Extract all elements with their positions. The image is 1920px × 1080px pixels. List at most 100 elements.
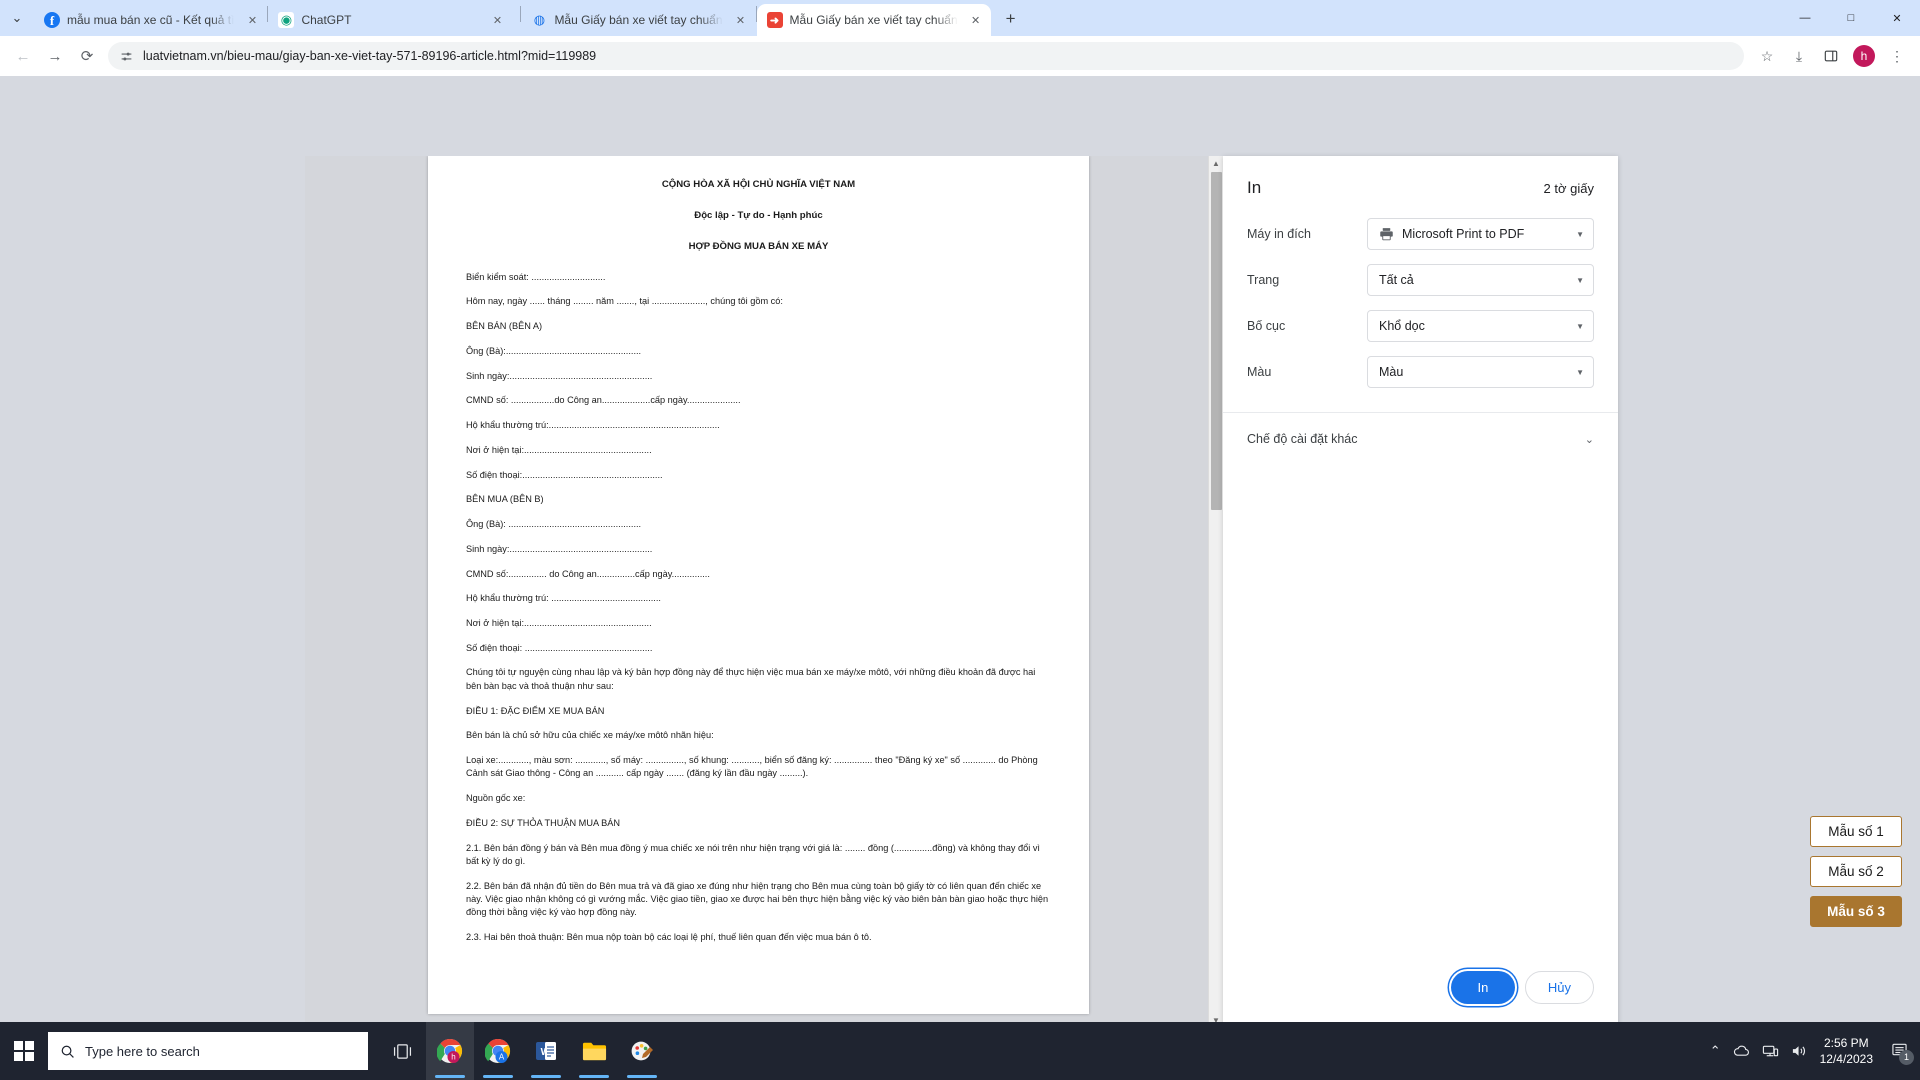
search-placeholder: Type here to search xyxy=(85,1043,200,1059)
taskbar-search-box[interactable]: Type here to search xyxy=(48,1032,368,1070)
sheet-count-label: 2 tờ giấy xyxy=(1543,181,1594,196)
print-button[interactable]: In xyxy=(1450,971,1515,1004)
doc-paragraph: Chúng tôi tự nguyện cùng nhau lập và ký … xyxy=(466,667,1036,691)
paint-taskbar-icon[interactable] xyxy=(618,1022,666,1080)
close-icon[interactable]: ✕ xyxy=(967,11,985,29)
tab-chatgpt[interactable]: ◉ ChatGPT ✕ xyxy=(268,4,520,36)
browser-toolbar: ← → ⟳ luatvietnam.vn/bieu-mau/giay-ban-x… xyxy=(0,36,1920,76)
clock-date: 12/4/2023 xyxy=(1819,1052,1873,1066)
globe-icon: ◍ xyxy=(533,12,546,27)
doc-paragraph: 2.1. Bên bán đồng ý bán và Bên mua đồng … xyxy=(466,842,1040,866)
doc-line: Hôm nay, ngày ...... tháng ........ năm … xyxy=(466,296,783,307)
profile-avatar[interactable]: h xyxy=(1853,45,1875,67)
file-explorer-taskbar-icon[interactable] xyxy=(570,1022,618,1080)
url-text: luatvietnam.vn/bieu-mau/giay-ban-xe-viet… xyxy=(143,49,597,63)
doc-line: BÊN BÁN (BÊN A) xyxy=(466,321,543,332)
site-settings-icon[interactable] xyxy=(120,50,133,63)
tab-search-chevron-icon[interactable]: ⌄ xyxy=(0,0,34,36)
show-hidden-icons-chevron[interactable]: ⌃ xyxy=(1710,1043,1721,1059)
more-settings-toggle[interactable]: Chế độ cài đặt khác ⌄ xyxy=(1223,413,1618,465)
close-icon[interactable]: ✕ xyxy=(243,11,261,29)
doc-line: Biển kiểm soát: ........................… xyxy=(466,271,606,282)
chevron-down-icon[interactable]: ▼ xyxy=(1576,276,1584,285)
address-bar[interactable]: luatvietnam.vn/bieu-mau/giay-ban-xe-viet… xyxy=(108,42,1744,70)
tab-label: Mẫu Giấy bán xe viết tay chuẩn xyxy=(789,13,958,27)
notification-center-icon[interactable]: 1 xyxy=(1885,1042,1914,1065)
start-button[interactable] xyxy=(0,1022,48,1080)
doc-line: Sinh ngày:..............................… xyxy=(466,543,653,554)
destination-value: Microsoft Print to PDF xyxy=(1402,227,1525,241)
printer-icon xyxy=(1379,227,1394,241)
layout-label: Bố cục xyxy=(1247,319,1286,333)
doc-header-2: Độc lập - Tự do - Hạnh phúc xyxy=(694,209,823,221)
task-view-icon[interactable] xyxy=(378,1022,426,1080)
svg-text:A: A xyxy=(499,1053,505,1062)
doc-paragraph: 2.2. Bên bán đã nhận đủ tiền do Bên mua … xyxy=(466,880,1049,918)
chrome-taskbar-icon-profile-h[interactable]: h xyxy=(426,1022,474,1080)
close-icon[interactable]: ✕ xyxy=(488,11,506,29)
maximize-button[interactable]: □ xyxy=(1828,0,1874,36)
facebook-icon: f xyxy=(44,12,60,28)
volume-icon[interactable] xyxy=(1791,1044,1808,1058)
side-panel-icon[interactable] xyxy=(1816,41,1846,71)
chrome-taskbar-icon-profile-a[interactable]: A xyxy=(474,1022,522,1080)
onedrive-icon[interactable] xyxy=(1733,1044,1750,1058)
tab-label: mẫu mua bán xe cũ - Kết quả tì xyxy=(67,13,235,27)
doc-line: Nơi ở hiện tại:.........................… xyxy=(466,444,652,455)
chevron-down-icon[interactable]: ▼ xyxy=(1576,322,1584,331)
doc-line: BÊN MUA (BÊN B) xyxy=(466,494,544,505)
print-panel-header: In 2 tờ giấy xyxy=(1223,156,1618,198)
doc-line: Hộ khẩu thường trú:.....................… xyxy=(466,420,720,431)
chevron-down-icon[interactable]: ▼ xyxy=(1576,230,1584,239)
more-settings-label: Chế độ cài đặt khác xyxy=(1247,432,1358,446)
doc-header-3: HỢP ĐỒNG MUA BÁN XE MÁY xyxy=(688,240,829,252)
tab-luatvietnam-pdf[interactable]: ➜ Mẫu Giấy bán xe viết tay chuẩn ✕ xyxy=(756,4,991,36)
network-icon[interactable] xyxy=(1762,1044,1779,1058)
notification-badge: 1 xyxy=(1899,1049,1914,1065)
doc-paragraph: 2.3. Hai bên thoả thuận: Bên mua nộp toà… xyxy=(466,932,872,943)
tab-facebook-search[interactable]: f mẫu mua bán xe cũ - Kết quả tì ✕ xyxy=(34,4,267,36)
tab-strip: ⌄ f mẫu mua bán xe cũ - Kết quả tì ✕ ◉ C… xyxy=(0,0,1920,36)
scroll-up-arrow-icon[interactable]: ▲ xyxy=(1209,159,1223,168)
word-taskbar-icon[interactable]: W xyxy=(522,1022,570,1080)
doc-line: Ông (Bà): ..............................… xyxy=(466,519,642,530)
cancel-button[interactable]: Hủy xyxy=(1524,971,1594,1004)
doc-header-1: CỘNG HÒA XÃ HỘI CHỦ NGHĨA VIỆT NAM xyxy=(661,179,856,190)
pages-select[interactable]: Tất cả ▼ xyxy=(1367,264,1594,296)
print-preview-page: CỘNG HÒA XÃ HỘI CHỦ NGHĨA VIỆT NAM Độc l… xyxy=(428,156,1089,1014)
reload-button[interactable]: ⟳ xyxy=(72,41,102,71)
chevron-down-icon[interactable]: ▼ xyxy=(1576,368,1584,377)
chatgpt-icon: ◉ xyxy=(278,12,295,28)
clock-time: 2:56 PM xyxy=(1823,1035,1869,1050)
layout-value: Khổ dọc xyxy=(1379,319,1425,333)
color-select[interactable]: Màu ▼ xyxy=(1367,356,1594,388)
windows-logo-icon xyxy=(14,1041,34,1061)
clock[interactable]: 2:56 PM 12/4/2023 xyxy=(1820,1035,1873,1067)
print-dialog-overlay: CỘNG HÒA XÃ HỘI CHỦ NGHĨA VIỆT NAM Độc l… xyxy=(0,152,1920,1022)
doc-line: Nơi ở hiện tại:.........................… xyxy=(466,618,652,628)
doc-line: Ông (Bà):...............................… xyxy=(466,345,642,356)
color-value: Màu xyxy=(1379,365,1404,379)
destination-select[interactable]: Microsoft Print to PDF ▼ xyxy=(1367,218,1594,250)
svg-text:h: h xyxy=(451,1053,455,1062)
close-icon[interactable]: ✕ xyxy=(732,11,750,29)
chevron-down-icon[interactable]: ⌄ xyxy=(1585,433,1594,446)
doc-paragraph: Loại xe:............, màu sơn: .........… xyxy=(466,755,1038,779)
back-button[interactable]: ← xyxy=(8,41,38,71)
tab-luatvietnam-article[interactable]: ◍ Mẫu Giấy bán xe viết tay chuẩn ✕ xyxy=(521,4,755,36)
window-controls: — □ ✕ xyxy=(1782,0,1920,36)
minimize-button[interactable]: — xyxy=(1782,0,1828,36)
toolbar-actions: ☆ ⤓ h ⋮ xyxy=(1752,41,1912,71)
new-tab-button[interactable]: + xyxy=(997,5,1025,33)
chrome-menu-icon[interactable]: ⋮ xyxy=(1882,41,1912,71)
layout-row: Bố cục Khổ dọc ▼ xyxy=(1247,310,1594,342)
destination-row: Máy in đích Microsoft Print to PDF ▼ xyxy=(1247,218,1594,250)
close-window-button[interactable]: ✕ xyxy=(1874,0,1920,36)
scrollbar-thumb[interactable] xyxy=(1211,172,1222,510)
downloads-icon[interactable]: ⤓ xyxy=(1784,41,1814,71)
bookmark-star-icon[interactable]: ☆ xyxy=(1752,41,1782,71)
windows-taskbar: Type here to search h A W ⌃ 2:56 PM 12/4… xyxy=(0,1022,1920,1080)
preview-scrollbar[interactable]: ▲ ▼ xyxy=(1208,156,1223,1022)
layout-select[interactable]: Khổ dọc ▼ xyxy=(1367,310,1594,342)
forward-button[interactable]: → xyxy=(40,41,70,71)
